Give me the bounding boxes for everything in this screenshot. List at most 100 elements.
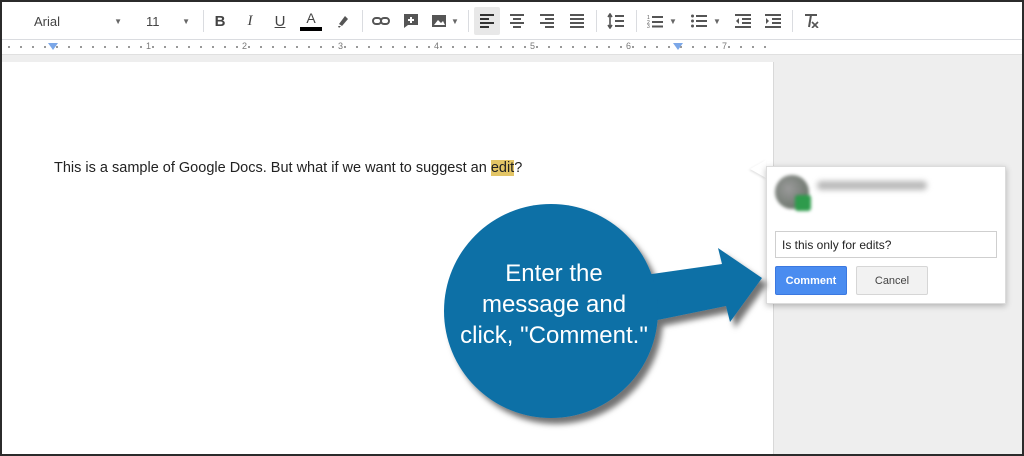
ruler-tick xyxy=(596,46,598,48)
ruler-tick xyxy=(296,46,298,48)
link-icon xyxy=(372,17,390,25)
italic-icon: I xyxy=(247,12,253,29)
ruler-tick xyxy=(536,46,538,48)
callout-line-3: click, "Comment." xyxy=(460,322,648,349)
avatar-badge xyxy=(795,195,811,211)
font-family-select[interactable]: Arial ▼ xyxy=(26,7,130,35)
user-name-blurred xyxy=(817,181,927,190)
ruler-number: 5 xyxy=(530,41,536,51)
line-spacing-button[interactable] xyxy=(602,7,630,35)
ruler-tick xyxy=(452,46,454,48)
ruler: 1 2 3 4 5 6 7 xyxy=(2,40,1022,55)
comment-card: Comment Cancel xyxy=(766,166,1006,304)
formatting-toolbar: Arial ▼ 11 ▼ B I U A ▼ 1 2 3 ▼ ▼ xyxy=(2,2,1022,40)
bold-button[interactable]: B xyxy=(208,7,232,35)
ruler-tick xyxy=(116,46,118,48)
bulleted-list-icon xyxy=(691,14,708,28)
ruler-tick xyxy=(56,46,58,48)
ruler-tick xyxy=(80,46,82,48)
ruler-tick xyxy=(236,46,238,48)
ruler-tick xyxy=(224,46,226,48)
toolbar-divider xyxy=(636,10,637,32)
text-color-button[interactable]: A xyxy=(298,7,324,35)
cancel-button[interactable]: Cancel xyxy=(856,266,928,295)
image-icon xyxy=(432,15,447,27)
ruler-number: 3 xyxy=(338,41,344,51)
ruler-tick xyxy=(212,46,214,48)
ruler-tick xyxy=(368,46,370,48)
ruler-tick xyxy=(620,46,622,48)
document-paragraph[interactable]: This is a sample of Google Docs. But wha… xyxy=(54,160,522,176)
align-center-button[interactable] xyxy=(504,7,530,35)
ruler-tick xyxy=(284,46,286,48)
ruler-tick xyxy=(344,46,346,48)
ruler-tick xyxy=(440,46,442,48)
ruler-tick xyxy=(200,46,202,48)
numbered-list-icon: 123 xyxy=(647,15,664,28)
add-comment-icon xyxy=(404,14,418,28)
align-right-button[interactable] xyxy=(534,7,560,35)
ruler-tick xyxy=(764,46,766,48)
ruler-tick xyxy=(500,46,502,48)
highlight-button[interactable] xyxy=(330,7,356,35)
justify-button[interactable] xyxy=(564,7,590,35)
ruler-tick xyxy=(416,46,418,48)
ruler-tick xyxy=(8,46,10,48)
ruler-tick xyxy=(476,46,478,48)
font-family-value: Arial xyxy=(34,13,61,29)
ruler-tick xyxy=(716,46,718,48)
ruler-tick xyxy=(656,46,658,48)
ruler-number: 2 xyxy=(242,41,248,51)
ruler-tick xyxy=(548,46,550,48)
ruler-tick xyxy=(188,46,190,48)
decrease-indent-icon xyxy=(735,14,751,28)
align-right-icon xyxy=(540,14,554,28)
ruler-tick xyxy=(728,46,730,48)
bulleted-list-button[interactable]: ▼ xyxy=(686,7,726,35)
numbered-list-button[interactable]: 123 ▼ xyxy=(642,7,682,35)
ruler-number: 7 xyxy=(722,41,728,51)
align-center-icon xyxy=(510,14,524,28)
chevron-down-icon: ▼ xyxy=(182,16,190,26)
highlighted-word[interactable]: edit xyxy=(490,160,515,176)
toolbar-divider xyxy=(792,10,793,32)
comment-button[interactable]: Comment xyxy=(775,266,847,295)
ruler-tick xyxy=(560,46,562,48)
ruler-tick xyxy=(380,46,382,48)
text-color-icon: A xyxy=(306,10,316,26)
ruler-tick xyxy=(260,46,262,48)
ruler-tick xyxy=(128,46,130,48)
ruler-tick xyxy=(524,46,526,48)
ruler-tick xyxy=(32,46,34,48)
decrease-indent-button[interactable] xyxy=(730,7,756,35)
justify-icon xyxy=(570,14,584,28)
add-comment-button[interactable] xyxy=(398,7,424,35)
increase-indent-button[interactable] xyxy=(760,7,786,35)
clear-formatting-icon xyxy=(805,14,819,28)
ruler-tick xyxy=(692,46,694,48)
callout-line-2: message and xyxy=(481,291,627,318)
insert-link-button[interactable] xyxy=(368,7,394,35)
ruler-tick xyxy=(704,46,706,48)
ruler-tick xyxy=(512,46,514,48)
ruler-tick xyxy=(104,46,106,48)
ruler-tick xyxy=(488,46,490,48)
text-color-swatch xyxy=(300,27,322,31)
font-size-select[interactable]: 11 ▼ xyxy=(138,7,198,35)
highlight-icon xyxy=(338,16,348,28)
toolbar-divider xyxy=(468,10,469,32)
callout-line-1: Enter the xyxy=(505,260,603,287)
callout-text: Enter the message and click, "Comment." xyxy=(449,258,659,351)
chevron-down-icon: ▼ xyxy=(451,16,459,26)
underline-button[interactable]: U xyxy=(268,7,292,35)
ruler-tick xyxy=(272,46,274,48)
comment-input[interactable] xyxy=(775,231,997,258)
font-size-value: 11 xyxy=(146,13,160,29)
clear-formatting-button[interactable] xyxy=(798,7,824,35)
toolbar-divider xyxy=(362,10,363,32)
insert-image-button[interactable]: ▼ xyxy=(428,7,462,35)
align-left-button[interactable] xyxy=(474,7,500,35)
ruler-tick xyxy=(176,46,178,48)
italic-button[interactable]: I xyxy=(238,7,262,35)
ruler-tick xyxy=(752,46,754,48)
